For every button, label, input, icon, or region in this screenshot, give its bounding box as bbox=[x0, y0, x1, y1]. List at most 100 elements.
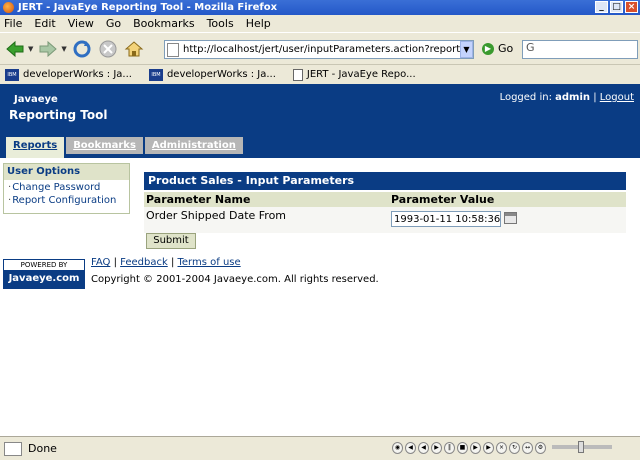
bookmark-item[interactable]: IBM developerWorks : Ja... bbox=[5, 68, 132, 81]
pause-icon[interactable]: ‖ bbox=[444, 442, 455, 454]
tab-bookmarks[interactable]: Bookmarks bbox=[66, 137, 143, 154]
bullet-icon: · bbox=[8, 195, 12, 206]
bullet-icon: · bbox=[8, 182, 12, 193]
bookmark-label: developerWorks : Ja... bbox=[166, 69, 276, 80]
app-header: Javaeye Reporting Tool Logged in: admin … bbox=[0, 84, 640, 158]
input-parameters-panel: Product Sales - Input Parameters Paramet… bbox=[144, 172, 626, 233]
submit-button[interactable]: Submit bbox=[146, 233, 196, 249]
back-icon[interactable] bbox=[4, 38, 26, 60]
param-label: Order Shipped Date From bbox=[146, 209, 287, 222]
bookmark-label: developerWorks : Ja... bbox=[23, 69, 132, 80]
sidebar-item-change-password[interactable]: ·Change Password bbox=[4, 182, 129, 193]
logged-in-label: Logged in: bbox=[499, 92, 552, 103]
window-titlebar: JERT - JavaEye Reporting Tool - Mozilla … bbox=[0, 0, 640, 15]
brand-name: Javaeye bbox=[14, 94, 58, 105]
page-icon bbox=[167, 42, 179, 57]
url-text[interactable]: http://localhost/jert/user/inputParamete… bbox=[183, 44, 473, 55]
page-icon bbox=[292, 68, 303, 81]
search-engine-icon: G bbox=[526, 41, 535, 54]
separator: | bbox=[170, 257, 175, 268]
bookmark-item[interactable]: JERT - JavaEye Repo... bbox=[292, 68, 416, 81]
sidebar-title: User Options bbox=[4, 164, 129, 180]
stop-media-icon[interactable]: ■ bbox=[457, 442, 468, 454]
rewind-icon[interactable]: ◀ bbox=[418, 442, 429, 454]
ibm-icon: IBM bbox=[5, 68, 19, 81]
menu-edit[interactable]: Edit bbox=[34, 17, 55, 30]
media-controls: ◉ ◀ ◀ ▶ ‖ ■ ▶ ▶ × ↻ ↔ ⚙ bbox=[392, 442, 546, 454]
menu-bar: File Edit View Go Bookmarks Tools Help bbox=[0, 15, 640, 32]
settings-icon[interactable]: ⚙ bbox=[535, 442, 546, 454]
next-icon[interactable]: ▶ bbox=[483, 442, 494, 454]
user-options-sidebar: User Options ·Change Password ·Report Co… bbox=[3, 163, 130, 214]
menu-go[interactable]: Go bbox=[106, 17, 121, 30]
home-icon[interactable] bbox=[123, 38, 145, 60]
menu-file[interactable]: File bbox=[4, 17, 22, 30]
sidebar-item-label[interactable]: Change Password bbox=[12, 182, 100, 193]
page-content: Javaeye Reporting Tool Logged in: admin … bbox=[0, 84, 640, 436]
bookmarks-toolbar: IBM developerWorks : Ja... IBM developer… bbox=[0, 64, 640, 84]
footer-links: FAQ | Feedback | Terms of use bbox=[91, 257, 241, 268]
forward-icon[interactable] bbox=[37, 38, 59, 60]
back-dropdown-icon[interactable]: ▼ bbox=[28, 45, 33, 53]
go-arrow-icon: ▶ bbox=[482, 42, 494, 55]
col-parameter-name: Parameter Name bbox=[146, 193, 251, 206]
window-title: JERT - JavaEye Reporting Tool - Mozilla … bbox=[18, 2, 278, 13]
copyright-text: Copyright © 2001-2004 Javaeye.com. All r… bbox=[91, 274, 379, 285]
minimize-button[interactable]: _ bbox=[595, 1, 608, 13]
faq-link[interactable]: FAQ bbox=[91, 257, 110, 268]
bookmark-label: JERT - JavaEye Repo... bbox=[306, 69, 416, 80]
ibm-icon: IBM bbox=[148, 68, 163, 81]
status-text: Done bbox=[28, 442, 57, 455]
param-value-cell bbox=[389, 207, 626, 233]
tab-administration[interactable]: Administration bbox=[144, 137, 243, 154]
app-title: Reporting Tool bbox=[9, 108, 108, 122]
stop-icon[interactable] bbox=[97, 38, 119, 60]
firefox-icon bbox=[3, 2, 14, 13]
parameters-table-header: Parameter Name Parameter Value bbox=[144, 192, 626, 207]
tab-reports[interactable]: Reports bbox=[6, 137, 65, 158]
table-row: Order Shipped Date From bbox=[144, 207, 626, 233]
menu-bookmarks[interactable]: Bookmarks bbox=[133, 17, 194, 30]
reload-icon[interactable] bbox=[71, 38, 93, 60]
url-bar[interactable]: http://localhost/jert/user/inputParamete… bbox=[164, 40, 474, 59]
powered-by-badge[interactable]: POWERED BY Javaeye.com bbox=[3, 259, 85, 289]
play-icon[interactable]: ▶ bbox=[431, 442, 442, 454]
sidebar-item-report-configuration[interactable]: ·Report Configuration bbox=[4, 195, 129, 206]
window-controls: _ □ × bbox=[595, 1, 638, 13]
repeat-icon[interactable]: ↻ bbox=[509, 442, 520, 454]
media-icon[interactable]: ◉ bbox=[392, 442, 403, 454]
powered-by-brand: Javaeye.com bbox=[4, 270, 84, 288]
go-label: Go bbox=[498, 42, 514, 55]
separator: | bbox=[593, 92, 597, 103]
close-button[interactable]: × bbox=[625, 1, 638, 13]
username: admin bbox=[555, 92, 590, 103]
forward-dropdown-icon[interactable]: ▼ bbox=[61, 45, 66, 53]
url-dropdown-icon[interactable]: ▼ bbox=[460, 41, 473, 58]
forward-media-icon[interactable]: ▶ bbox=[470, 442, 481, 454]
search-input[interactable]: G bbox=[522, 40, 638, 59]
date-input[interactable] bbox=[391, 211, 501, 227]
terms-link[interactable]: Terms of use bbox=[178, 257, 241, 268]
volume-slider-handle[interactable] bbox=[578, 441, 584, 453]
menu-help[interactable]: Help bbox=[246, 17, 271, 30]
maximize-button[interactable]: □ bbox=[610, 1, 623, 13]
main-tabs: Reports Bookmarks Administration bbox=[6, 137, 243, 158]
calendar-icon[interactable] bbox=[504, 212, 517, 224]
login-status: Logged in: admin | Logout bbox=[500, 92, 634, 103]
connection-icon bbox=[4, 441, 22, 456]
status-bar: Done ◉ ◀ ◀ ▶ ‖ ■ ▶ ▶ × ↻ ↔ ⚙ bbox=[0, 436, 640, 460]
menu-view[interactable]: View bbox=[68, 17, 94, 30]
close-media-icon[interactable]: × bbox=[496, 442, 507, 454]
menu-tools[interactable]: Tools bbox=[207, 17, 234, 30]
logout-link[interactable]: Logout bbox=[600, 92, 634, 103]
bookmark-item[interactable]: IBM developerWorks : Ja... bbox=[148, 68, 276, 81]
col-parameter-value: Parameter Value bbox=[391, 193, 495, 206]
shuffle-icon[interactable]: ↔ bbox=[522, 442, 533, 454]
sidebar-item-label[interactable]: Report Configuration bbox=[12, 195, 116, 206]
feedback-link[interactable]: Feedback bbox=[120, 257, 168, 268]
go-button[interactable]: ▶ Go bbox=[482, 42, 513, 55]
prev-icon[interactable]: ◀ bbox=[405, 442, 416, 454]
separator: | bbox=[113, 257, 117, 268]
powered-by-label: POWERED BY bbox=[20, 261, 68, 269]
navigation-toolbar: ▼ ▼ http://localhost/jert/user/inputPara… bbox=[0, 32, 640, 64]
